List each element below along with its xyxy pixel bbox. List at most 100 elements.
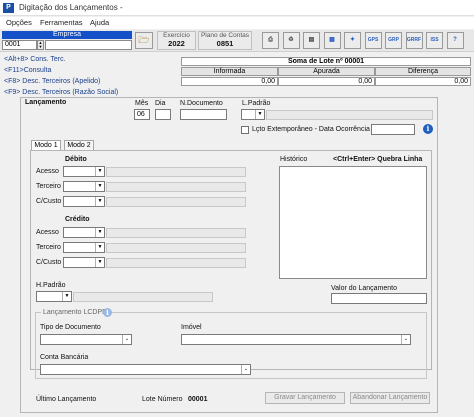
lote-numero-value: 00001: [188, 396, 208, 403]
settings-icon[interactable]: ✦: [344, 32, 361, 49]
lote-numero-label: Lote Número: [142, 396, 183, 403]
credito-terceiro-select[interactable]: ▼: [63, 242, 105, 253]
conta-bancaria-select[interactable]: ⌄: [40, 364, 251, 375]
gps-icon[interactable]: GPS: [364, 32, 382, 49]
dia-label: Dia: [155, 100, 166, 107]
debito-acesso-label: Acesso: [36, 168, 59, 175]
exercicio-box: Exercício 2022: [157, 31, 196, 50]
debito-terceiro-select[interactable]: ▼: [63, 181, 105, 192]
soma-col-informada: Informada: [181, 67, 278, 76]
chevron-down-icon: ▼: [95, 182, 104, 191]
credito-acesso-select[interactable]: ▼: [63, 227, 105, 238]
credito-ccusto-description: [106, 258, 246, 268]
hpadrao-select[interactable]: ▼: [36, 291, 72, 302]
grrf-icon[interactable]: GRRF: [405, 32, 423, 49]
print-icon[interactable]: ⎙: [262, 32, 279, 49]
dia-input[interactable]: [155, 109, 171, 120]
chevron-down-icon: ▼: [95, 258, 104, 267]
conta-bancaria-label: Conta Bancária: [40, 354, 89, 361]
window-title: Digitação dos Lançamentos -: [19, 3, 123, 12]
debito-acesso-description: [106, 167, 246, 177]
chevron-down-icon: ▼: [95, 228, 104, 237]
extemporaneo-label: Lçto Extemporâneo - Data Ocorrência: [252, 126, 370, 133]
soma-val-informada: 0,00: [181, 77, 278, 86]
recycle-icon[interactable]: ♻: [282, 32, 300, 49]
credito-label: Crédito: [65, 216, 90, 223]
mes-label: Mês: [135, 100, 149, 107]
dctf-iss-icon[interactable]: ISS: [426, 32, 443, 49]
debito-terceiro-label: Terceiro: [36, 183, 61, 190]
tipo-documento-select[interactable]: ⌄: [40, 334, 132, 345]
credito-ccusto-label: C/Custo: [36, 259, 62, 266]
tab-modo-2[interactable]: Modo 2: [64, 140, 94, 150]
imovel-select[interactable]: ⌄: [181, 334, 411, 345]
valor-input[interactable]: [331, 293, 427, 304]
ndocumento-input[interactable]: [180, 109, 227, 120]
historico-label: Histórico: [280, 156, 308, 163]
tipo-documento-label: Tipo de Documento: [40, 324, 101, 331]
data-ocorrencia-input[interactable]: [371, 124, 415, 135]
credito-terceiro-label: Terceiro: [36, 244, 61, 251]
hpadrao-description: [73, 292, 213, 302]
lpadrao-select[interactable]: ▼: [241, 109, 265, 120]
hpadrao-label: H.Padrão: [36, 282, 66, 289]
chevron-down-icon: ⌄: [241, 365, 250, 374]
historico-textarea[interactable]: [279, 166, 427, 279]
app-icon: P: [3, 3, 14, 13]
historico-hint: <Ctrl+Enter> Quebra Linha: [333, 156, 423, 163]
soma-val-diferenca: 0,00: [375, 77, 471, 86]
plano-contas-label: Plano de Contas: [200, 32, 250, 39]
soma-col-apurada: Apurada: [278, 67, 375, 76]
debito-acesso-select[interactable]: ▼: [63, 166, 105, 177]
credito-terceiro-description: [106, 243, 246, 253]
chevron-down-icon: ▼: [95, 167, 104, 176]
debito-ccusto-select[interactable]: ▼: [63, 196, 105, 207]
exercicio-label: Exercício: [163, 32, 190, 39]
empresa-code-field[interactable]: 0001: [2, 40, 37, 50]
soma-col-diferenca: Diferença: [375, 67, 471, 76]
chevron-down-icon: ▼: [255, 110, 264, 119]
empresa-spinner[interactable]: ▲ ▼: [37, 40, 44, 50]
info-icon[interactable]: i: [423, 124, 433, 134]
chevron-down-icon: ⌄: [401, 335, 410, 344]
abandonar-lancamento-button[interactable]: Abandonar Lançamento: [350, 392, 430, 404]
chevron-down-icon: ⌄: [122, 335, 131, 344]
help-icon[interactable]: ?: [446, 32, 464, 49]
mes-input[interactable]: 06: [134, 109, 150, 120]
debito-label: Débito: [65, 156, 87, 163]
soma-lote-title: Soma de Lote nº 00001: [181, 57, 471, 66]
soma-val-apurada: 0,00: [278, 77, 375, 86]
empresa-header: Empresa: [2, 31, 132, 39]
open-folder-icon[interactable]: 🗁: [135, 32, 153, 49]
report-icon[interactable]: ▦: [323, 32, 341, 49]
empresa-name-field[interactable]: [45, 40, 132, 50]
debito-terceiro-description: [106, 182, 246, 192]
debito-ccusto-label: C/Custo: [36, 198, 62, 205]
grp-icon[interactable]: GRP: [385, 32, 402, 49]
shortcut-desc-apelido: <F8> Desc. Terceiros (Apelido): [4, 78, 101, 85]
menu-ferramentas[interactable]: Ferramentas: [40, 18, 83, 27]
lcdpr-info-icon[interactable]: i: [103, 308, 112, 317]
exercicio-value: 2022: [168, 39, 185, 48]
gravar-lancamento-button[interactable]: Gravar Lançamento: [265, 392, 345, 404]
plano-contas-box: Plano de Contas 0851: [198, 31, 252, 50]
valor-label: Valor do Lançamento: [331, 285, 398, 292]
extemporaneo-checkbox[interactable]: [241, 126, 249, 134]
shortcut-cons-terc: <Alt+8> Cons. Terc.: [4, 56, 66, 63]
lcdpr-label: Lançamento LCDPR: [41, 309, 110, 316]
plano-contas-value: 0851: [216, 39, 234, 48]
chevron-down-icon: ▼: [95, 243, 104, 252]
document-icon[interactable]: ▤: [303, 32, 320, 49]
debito-ccusto-description: [106, 197, 246, 207]
lpadrao-description: [266, 110, 433, 120]
menu-opcoes[interactable]: Opções: [6, 18, 32, 27]
credito-acesso-description: [106, 228, 246, 238]
credito-ccusto-select[interactable]: ▼: [63, 257, 105, 268]
lpadrao-label: L.Padrão: [242, 100, 271, 107]
ndocumento-label: N.Documento: [180, 100, 223, 107]
chevron-down-icon: ▼: [62, 292, 71, 301]
shortcut-desc-razao: <F9> Desc. Terceiros (Razão Social): [4, 89, 119, 96]
shortcut-consulta: <F11>Consulta: [4, 67, 52, 74]
tab-modo-1[interactable]: Modo 1: [31, 140, 61, 150]
menu-ajuda[interactable]: Ajuda: [90, 18, 109, 27]
